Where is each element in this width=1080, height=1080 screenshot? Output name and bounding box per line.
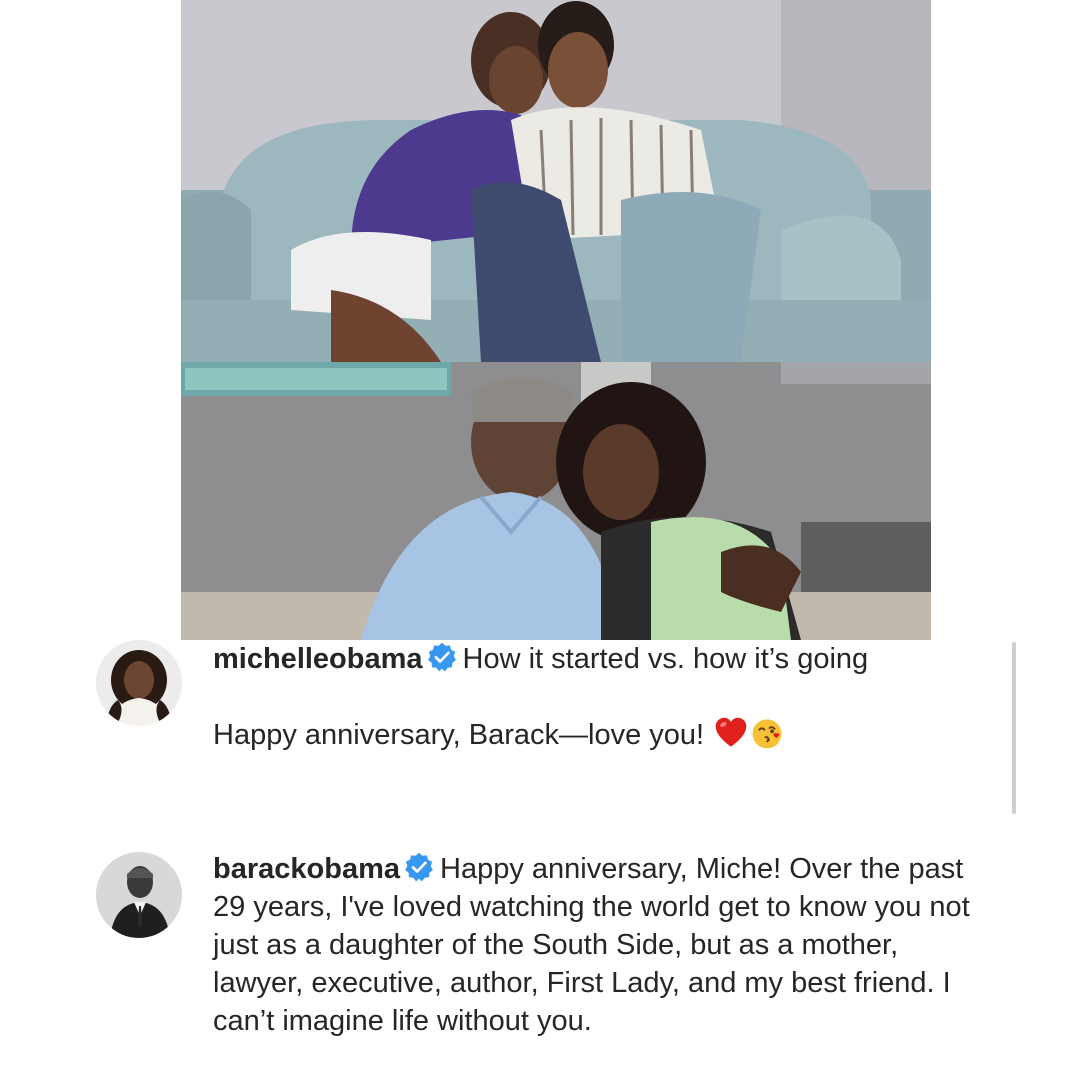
username[interactable]: barackobama <box>213 853 400 885</box>
red-heart-emoji-icon <box>714 716 748 750</box>
post-comment-barack: barackobama Happy anniversary, Miche! Ov… <box>96 850 970 1080</box>
caption-text-line1: How it started vs. how it’s going <box>462 643 869 675</box>
post-comment-michelle: michelleobama How it started vs. how it’… <box>96 640 970 820</box>
avatar[interactable] <box>96 852 182 938</box>
face-blowing-kiss-emoji-icon <box>750 716 784 750</box>
photo-how-its-going <box>181 362 931 640</box>
photo-how-it-started <box>181 0 931 362</box>
avatar[interactable] <box>96 640 182 726</box>
username[interactable]: michelleobama <box>213 643 423 675</box>
caption-text-line2: Happy anniversary, Barack—love you! <box>213 719 705 751</box>
scrollbar[interactable] <box>1012 642 1016 814</box>
verified-badge-icon <box>404 852 434 882</box>
caption: michelleobama How it started vs. how it’… <box>213 640 970 754</box>
caption: barackobama Happy anniversary, Miche! Ov… <box>213 850 970 1040</box>
verified-badge-icon <box>427 642 457 672</box>
